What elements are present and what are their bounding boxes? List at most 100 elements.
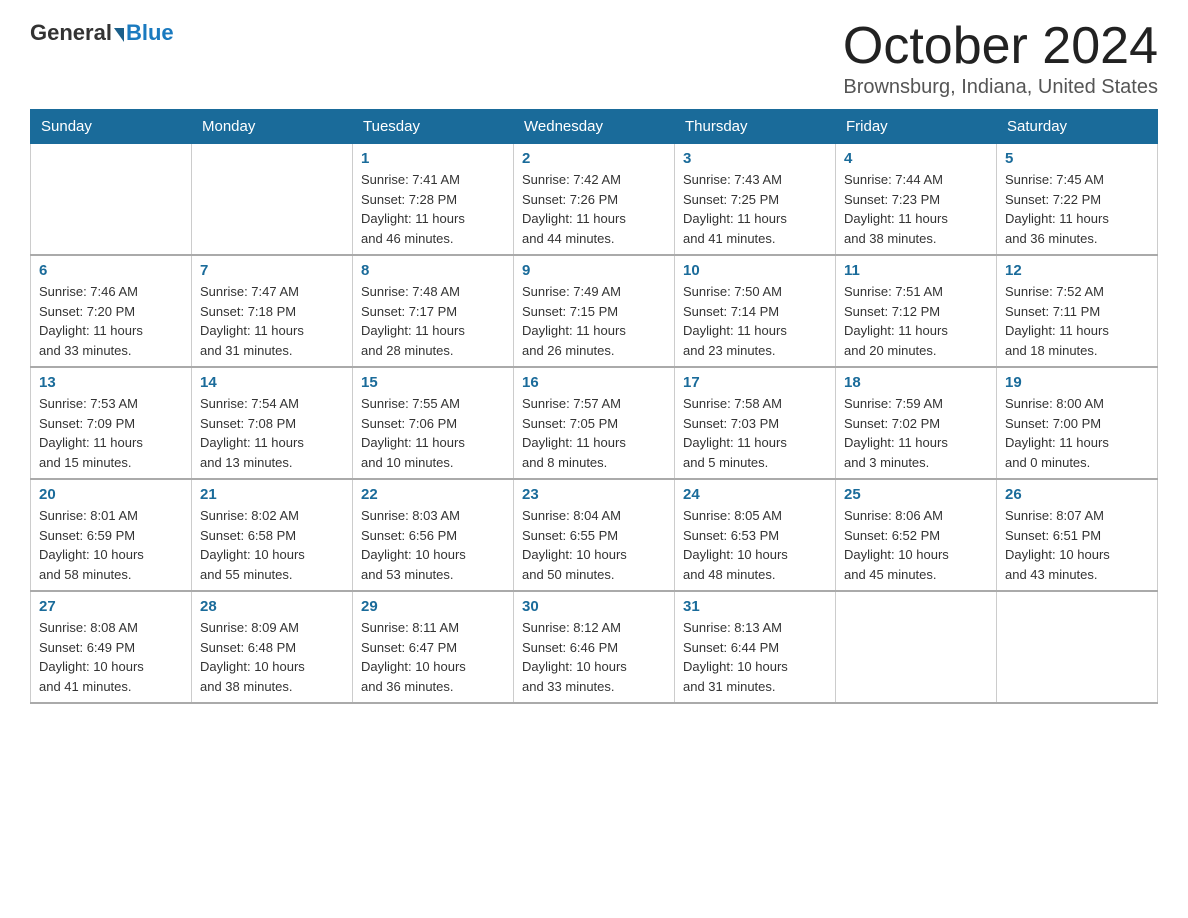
day-info: Sunrise: 8:07 AM Sunset: 6:51 PM Dayligh… xyxy=(1005,506,1149,584)
header-monday: Monday xyxy=(192,110,353,144)
day-number: 12 xyxy=(1005,262,1149,279)
day-number: 5 xyxy=(1005,150,1149,167)
location-title: Brownsburg, Indiana, United States xyxy=(843,76,1158,99)
month-title: October 2024 xyxy=(843,20,1158,72)
day-info: Sunrise: 7:53 AM Sunset: 7:09 PM Dayligh… xyxy=(39,394,183,472)
week-row-2: 6 Sunrise: 7:46 AM Sunset: 7:20 PM Daylig… xyxy=(31,255,1158,367)
calendar-cell: 9 Sunrise: 7:49 AM Sunset: 7:15 PM Daylig… xyxy=(514,255,675,367)
calendar-cell: 16 Sunrise: 7:57 AM Sunset: 7:05 PM Dayli… xyxy=(514,367,675,479)
day-info: Sunrise: 8:06 AM Sunset: 6:52 PM Dayligh… xyxy=(844,506,988,584)
day-number: 14 xyxy=(200,374,344,391)
calendar-cell: 15 Sunrise: 7:55 AM Sunset: 7:06 PM Dayli… xyxy=(353,367,514,479)
day-number: 25 xyxy=(844,486,988,503)
day-info: Sunrise: 8:02 AM Sunset: 6:58 PM Dayligh… xyxy=(200,506,344,584)
day-number: 4 xyxy=(844,150,988,167)
day-number: 31 xyxy=(683,598,827,615)
day-info: Sunrise: 8:01 AM Sunset: 6:59 PM Dayligh… xyxy=(39,506,183,584)
day-number: 22 xyxy=(361,486,505,503)
day-number: 6 xyxy=(39,262,183,279)
day-info: Sunrise: 7:46 AM Sunset: 7:20 PM Dayligh… xyxy=(39,282,183,360)
calendar-body: 1Sunrise: 7:41 AM Sunset: 7:28 PM Daylig… xyxy=(31,144,1158,704)
calendar-cell: 14 Sunrise: 7:54 AM Sunset: 7:08 PM Dayli… xyxy=(192,367,353,479)
calendar-cell: 18 Sunrise: 7:59 AM Sunset: 7:02 PM Dayli… xyxy=(836,367,997,479)
day-number: 16 xyxy=(522,374,666,391)
day-info: Sunrise: 7:44 AM Sunset: 7:23 PM Dayligh… xyxy=(844,170,988,248)
day-info: Sunrise: 8:12 AM Sunset: 6:46 PM Dayligh… xyxy=(522,618,666,696)
day-info: Sunrise: 7:52 AM Sunset: 7:11 PM Dayligh… xyxy=(1005,282,1149,360)
calendar-cell: 25 Sunrise: 8:06 AM Sunset: 6:52 PM Dayli… xyxy=(836,479,997,591)
calendar-cell: 12 Sunrise: 7:52 AM Sunset: 7:11 PM Dayli… xyxy=(997,255,1158,367)
day-number: 26 xyxy=(1005,486,1149,503)
calendar-table: SundayMondayTuesdayWednesdayThursdayFrid… xyxy=(30,109,1158,704)
day-info: Sunrise: 8:00 AM Sunset: 7:00 PM Dayligh… xyxy=(1005,394,1149,472)
day-info: Sunrise: 7:59 AM Sunset: 7:02 PM Dayligh… xyxy=(844,394,988,472)
day-number: 30 xyxy=(522,598,666,615)
day-info: Sunrise: 7:45 AM Sunset: 7:22 PM Dayligh… xyxy=(1005,170,1149,248)
logo-arrow-icon xyxy=(114,28,124,42)
day-number: 28 xyxy=(200,598,344,615)
day-info: Sunrise: 8:03 AM Sunset: 6:56 PM Dayligh… xyxy=(361,506,505,584)
calendar-cell: 8 Sunrise: 7:48 AM Sunset: 7:17 PM Daylig… xyxy=(353,255,514,367)
calendar-cell: 21 Sunrise: 8:02 AM Sunset: 6:58 PM Dayli… xyxy=(192,479,353,591)
day-info: Sunrise: 7:58 AM Sunset: 7:03 PM Dayligh… xyxy=(683,394,827,472)
calendar-cell: 7Sunrise: 7:47 AM Sunset: 7:18 PM Daylig… xyxy=(192,255,353,367)
calendar-cell: 10 Sunrise: 7:50 AM Sunset: 7:14 PM Dayli… xyxy=(675,255,836,367)
day-number: 15 xyxy=(361,374,505,391)
day-info: Sunrise: 7:54 AM Sunset: 7:08 PM Dayligh… xyxy=(200,394,344,472)
day-number: 11 xyxy=(844,262,988,279)
calendar-cell: 1Sunrise: 7:41 AM Sunset: 7:28 PM Daylig… xyxy=(353,144,514,256)
calendar-cell: 5 Sunrise: 7:45 AM Sunset: 7:22 PM Daylig… xyxy=(997,144,1158,256)
day-number: 19 xyxy=(1005,374,1149,391)
header-row: SundayMondayTuesdayWednesdayThursdayFrid… xyxy=(31,110,1158,144)
calendar-cell: 22 Sunrise: 8:03 AM Sunset: 6:56 PM Dayli… xyxy=(353,479,514,591)
calendar-cell: 30 Sunrise: 8:12 AM Sunset: 6:46 PM Dayli… xyxy=(514,591,675,703)
day-number: 21 xyxy=(200,486,344,503)
title-area: October 2024 Brownsburg, Indiana, United… xyxy=(843,20,1158,99)
day-info: Sunrise: 7:48 AM Sunset: 7:17 PM Dayligh… xyxy=(361,282,505,360)
day-info: Sunrise: 7:51 AM Sunset: 7:12 PM Dayligh… xyxy=(844,282,988,360)
calendar-cell xyxy=(836,591,997,703)
header-thursday: Thursday xyxy=(675,110,836,144)
calendar-cell: 17 Sunrise: 7:58 AM Sunset: 7:03 PM Dayli… xyxy=(675,367,836,479)
week-row-5: 27Sunrise: 8:08 AM Sunset: 6:49 PM Dayli… xyxy=(31,591,1158,703)
day-number: 29 xyxy=(361,598,505,615)
day-info: Sunrise: 7:57 AM Sunset: 7:05 PM Dayligh… xyxy=(522,394,666,472)
day-info: Sunrise: 8:08 AM Sunset: 6:49 PM Dayligh… xyxy=(39,618,183,696)
logo: General Blue xyxy=(30,20,174,46)
day-number: 9 xyxy=(522,262,666,279)
day-number: 17 xyxy=(683,374,827,391)
day-info: Sunrise: 7:42 AM Sunset: 7:26 PM Dayligh… xyxy=(522,170,666,248)
calendar-cell: 24Sunrise: 8:05 AM Sunset: 6:53 PM Dayli… xyxy=(675,479,836,591)
header-sunday: Sunday xyxy=(31,110,192,144)
logo-general-text: General xyxy=(30,20,112,46)
day-info: Sunrise: 8:09 AM Sunset: 6:48 PM Dayligh… xyxy=(200,618,344,696)
calendar-cell: 6 Sunrise: 7:46 AM Sunset: 7:20 PM Daylig… xyxy=(31,255,192,367)
day-info: Sunrise: 7:43 AM Sunset: 7:25 PM Dayligh… xyxy=(683,170,827,248)
logo-blue-text: Blue xyxy=(126,20,174,46)
day-number: 7 xyxy=(200,262,344,279)
calendar-cell: 29 Sunrise: 8:11 AM Sunset: 6:47 PM Dayli… xyxy=(353,591,514,703)
day-info: Sunrise: 7:49 AM Sunset: 7:15 PM Dayligh… xyxy=(522,282,666,360)
day-number: 10 xyxy=(683,262,827,279)
header-saturday: Saturday xyxy=(997,110,1158,144)
day-number: 8 xyxy=(361,262,505,279)
day-number: 13 xyxy=(39,374,183,391)
calendar-cell: 13 Sunrise: 7:53 AM Sunset: 7:09 PM Dayli… xyxy=(31,367,192,479)
calendar-header: SundayMondayTuesdayWednesdayThursdayFrid… xyxy=(31,110,1158,144)
calendar-cell: 28 Sunrise: 8:09 AM Sunset: 6:48 PM Dayli… xyxy=(192,591,353,703)
day-info: Sunrise: 8:04 AM Sunset: 6:55 PM Dayligh… xyxy=(522,506,666,584)
calendar-cell: 19 Sunrise: 8:00 AM Sunset: 7:00 PM Dayli… xyxy=(997,367,1158,479)
calendar-cell xyxy=(997,591,1158,703)
week-row-4: 20Sunrise: 8:01 AM Sunset: 6:59 PM Dayli… xyxy=(31,479,1158,591)
day-number: 24 xyxy=(683,486,827,503)
day-info: Sunrise: 8:11 AM Sunset: 6:47 PM Dayligh… xyxy=(361,618,505,696)
calendar-cell xyxy=(31,144,192,256)
calendar-cell: 20Sunrise: 8:01 AM Sunset: 6:59 PM Dayli… xyxy=(31,479,192,591)
day-info: Sunrise: 7:41 AM Sunset: 7:28 PM Dayligh… xyxy=(361,170,505,248)
day-info: Sunrise: 7:55 AM Sunset: 7:06 PM Dayligh… xyxy=(361,394,505,472)
calendar-cell: 3Sunrise: 7:43 AM Sunset: 7:25 PM Daylig… xyxy=(675,144,836,256)
day-info: Sunrise: 7:50 AM Sunset: 7:14 PM Dayligh… xyxy=(683,282,827,360)
header-wednesday: Wednesday xyxy=(514,110,675,144)
week-row-3: 13 Sunrise: 7:53 AM Sunset: 7:09 PM Dayli… xyxy=(31,367,1158,479)
day-number: 18 xyxy=(844,374,988,391)
